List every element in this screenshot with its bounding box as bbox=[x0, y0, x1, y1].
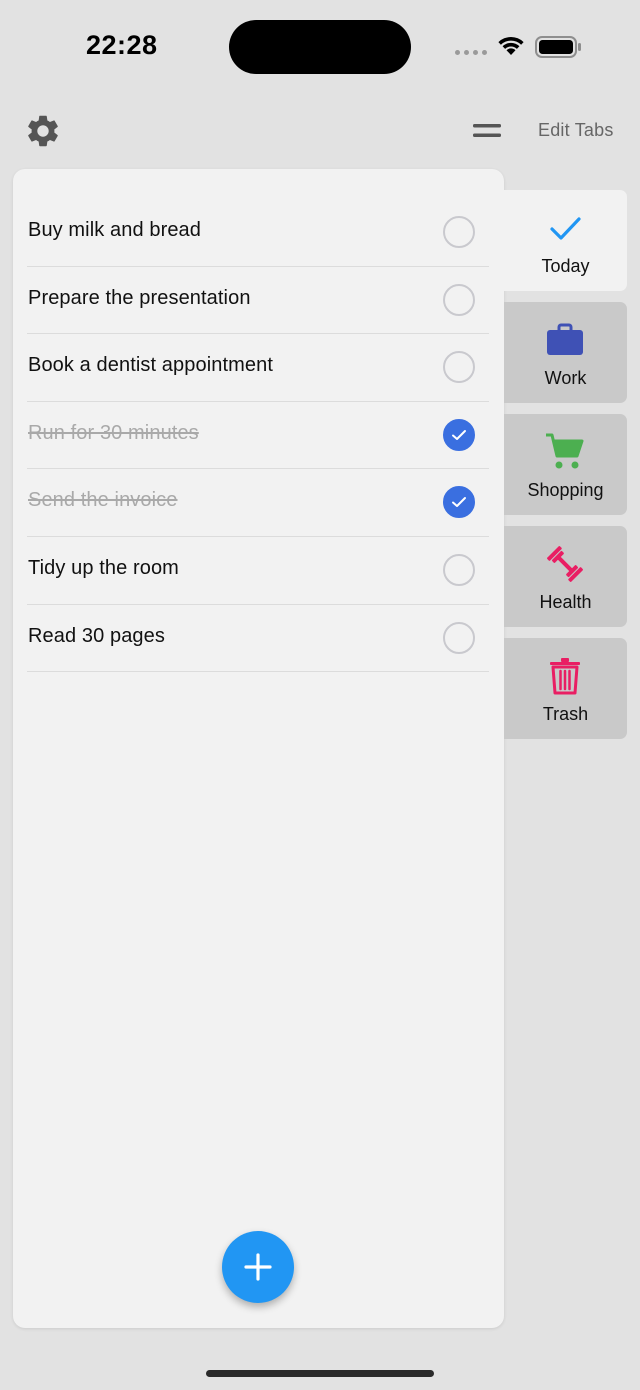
status-bar: 22:28 bbox=[0, 0, 640, 96]
task-panel: Buy milk and bread Prepare the presentat… bbox=[13, 169, 504, 1328]
tab-shopping[interactable]: Shopping bbox=[504, 414, 627, 515]
checkmark-icon bbox=[452, 429, 466, 440]
edit-tabs-button[interactable]: Edit Tabs bbox=[538, 120, 614, 141]
tab-trash[interactable]: Trash bbox=[504, 638, 627, 739]
tab-health[interactable]: Health bbox=[504, 526, 627, 627]
task-label: Buy milk and bread bbox=[28, 219, 202, 241]
task-checkbox-checked[interactable] bbox=[443, 418, 475, 451]
cellular-signal-icon bbox=[455, 50, 487, 55]
wifi-icon bbox=[498, 36, 524, 55]
battery-icon bbox=[535, 36, 581, 58]
task-item[interactable]: Book a dentist appointment bbox=[27, 334, 489, 402]
reorder-menu-icon[interactable] bbox=[473, 124, 501, 138]
briefcase-icon bbox=[547, 323, 583, 355]
tab-label: Work bbox=[544, 368, 587, 388]
tab-label: Trash bbox=[542, 704, 589, 724]
task-item[interactable]: Prepare the presentation bbox=[27, 267, 489, 335]
plus-icon bbox=[244, 1253, 272, 1281]
task-item[interactable]: Read 30 pages bbox=[27, 605, 489, 673]
task-label: Read 30 pages bbox=[28, 624, 165, 647]
task-item[interactable]: Tidy up the room bbox=[27, 537, 489, 605]
task-list: Buy milk and bread Prepare the presentat… bbox=[27, 199, 489, 673]
dumbbell-icon bbox=[547, 546, 583, 582]
task-item[interactable]: Run for 30 minutes bbox=[27, 402, 489, 470]
task-label: Run for 30 minutes bbox=[28, 421, 199, 444]
task-label: Send the invoice bbox=[28, 489, 178, 512]
status-time: 22:28 bbox=[86, 30, 158, 60]
task-checkbox-checked[interactable] bbox=[443, 486, 475, 519]
tab-work[interactable]: Work bbox=[504, 302, 627, 403]
checkmark-icon bbox=[452, 497, 466, 508]
task-label: Book a dentist appointment bbox=[28, 354, 273, 377]
dynamic-island bbox=[229, 20, 411, 74]
tab-today[interactable]: Today bbox=[504, 190, 627, 291]
tab-label: Shopping bbox=[527, 480, 604, 500]
task-checkbox[interactable] bbox=[443, 553, 475, 586]
trash-icon bbox=[550, 658, 580, 695]
task-checkbox[interactable] bbox=[443, 283, 475, 316]
tab-label: Today bbox=[541, 256, 590, 276]
task-label: Tidy up the room bbox=[28, 556, 179, 579]
add-task-button[interactable] bbox=[222, 1231, 294, 1303]
task-item[interactable]: Buy milk and bread bbox=[27, 199, 489, 267]
shopping-cart-icon bbox=[546, 433, 584, 469]
tab-label: Health bbox=[539, 592, 592, 612]
settings-gear-icon[interactable] bbox=[24, 112, 62, 150]
checkmark-icon bbox=[550, 217, 581, 240]
task-checkbox[interactable] bbox=[443, 216, 475, 248]
task-item[interactable]: Send the invoice bbox=[27, 469, 489, 537]
task-checkbox[interactable] bbox=[443, 621, 475, 654]
task-checkbox[interactable] bbox=[443, 351, 475, 384]
task-label: Prepare the presentation bbox=[28, 286, 251, 309]
home-indicator[interactable] bbox=[206, 1370, 434, 1377]
